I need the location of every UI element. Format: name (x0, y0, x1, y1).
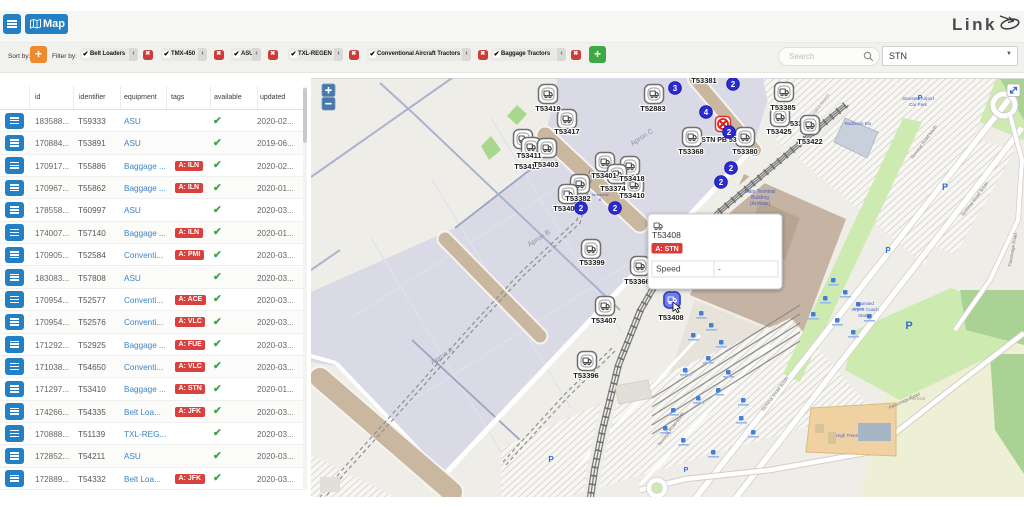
svg-text:T53408: T53408 (652, 230, 681, 240)
svg-text:P: P (942, 182, 948, 192)
svg-text:T53396: T53396 (573, 371, 598, 380)
svg-text:T53380: T53380 (732, 147, 757, 156)
svg-text:T53419: T53419 (535, 104, 560, 113)
svg-text:T53425: T53425 (766, 127, 791, 136)
svg-text:T53385: T53385 (770, 103, 795, 112)
svg-text:(Arrivals): (Arrivals) (750, 201, 770, 207)
svg-text:2: 2 (729, 164, 734, 173)
svg-text:P: P (548, 455, 554, 464)
svg-text:4: 4 (704, 108, 709, 117)
svg-text:2: 2 (731, 80, 736, 89)
svg-text:Radisson Blu: Radisson Blu (845, 121, 872, 126)
svg-text:T53422: T53422 (797, 137, 822, 146)
svg-text:A: STN: A: STN (655, 246, 678, 253)
svg-text:P: P (684, 467, 689, 474)
svg-text:2: 2 (719, 178, 724, 187)
svg-text:2: 2 (727, 128, 732, 137)
svg-text:B: B (599, 197, 602, 202)
svg-text:T53399: T53399 (579, 258, 604, 267)
svg-text:2: 2 (613, 204, 618, 213)
svg-text:T53407: T53407 (591, 316, 616, 325)
svg-text:T53381: T53381 (691, 78, 716, 85)
svg-text:T53417: T53417 (554, 127, 579, 136)
svg-text:T53366: T53366 (624, 277, 649, 286)
svg-text:T53368: T53368 (678, 147, 703, 156)
svg-text:T52883: T52883 (640, 104, 665, 113)
svg-text:T53403: T53403 (533, 160, 558, 169)
svg-text:Car Park: Car Park (909, 102, 928, 107)
svg-text:T53408: T53408 (658, 313, 683, 322)
svg-text:T53411: T53411 (516, 151, 541, 160)
svg-text:T53410: T53410 (619, 191, 644, 200)
svg-text:Station: Station (858, 313, 873, 318)
svg-text:2: 2 (579, 204, 584, 213)
svg-text:Stansted: Stansted (856, 301, 874, 306)
svg-text:P: P (885, 246, 891, 255)
svg-text:T53382: T53382 (565, 194, 590, 203)
svg-text:High Trees: High Trees (836, 433, 859, 438)
svg-text:P: P (905, 320, 912, 332)
svg-text:3: 3 (673, 84, 678, 93)
svg-text:Airport Coach: Airport Coach (851, 307, 879, 312)
svg-text:T53418: T53418 (619, 174, 644, 183)
svg-text:-: - (718, 264, 721, 274)
svg-text:Speed: Speed (656, 264, 681, 274)
svg-text:Mill End: Mill End (909, 396, 926, 401)
svg-text:Stansted Airport: Stansted Airport (902, 96, 935, 101)
svg-text:T53401: T53401 (591, 171, 616, 180)
